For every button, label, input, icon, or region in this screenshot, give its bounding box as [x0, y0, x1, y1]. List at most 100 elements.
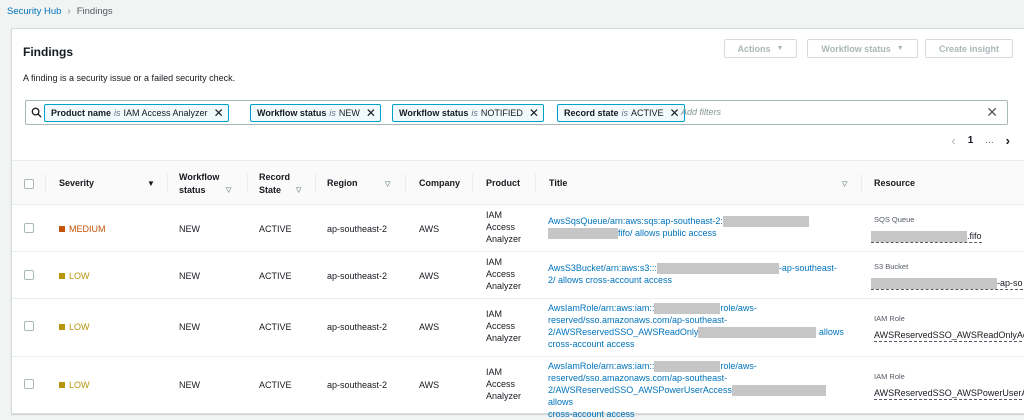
column-divider	[315, 174, 316, 193]
title-text: allows	[548, 397, 574, 408]
resource-name[interactable]: -ap-so	[871, 278, 1023, 291]
column-divider	[472, 174, 473, 193]
column-region[interactable]: Region ▽	[327, 161, 407, 206]
resource-type: IAM Role	[874, 314, 905, 323]
sort-icon: ▽	[385, 180, 391, 188]
region-value: ap-southeast-2	[327, 380, 388, 390]
column-workflow-status[interactable]: Workflow status ▽	[179, 161, 239, 206]
workflow-status-value: NEW	[179, 322, 200, 332]
remove-filter-icon[interactable]: ✕	[529, 107, 539, 119]
column-label: Resource	[874, 178, 916, 188]
title-text: 2/AWSReservedSSO_AWSReadOnly	[548, 327, 699, 338]
column-company[interactable]: Company	[419, 161, 460, 206]
breadcrumb: Security Hub › Findings	[7, 4, 113, 18]
workflow-status-button[interactable]: Workflow status ▼	[807, 39, 918, 58]
finding-title-link[interactable]: AwsS3Bucket/arn:aws:s3::: -ap-southeast- …	[548, 262, 848, 286]
redacted-block	[654, 361, 721, 373]
filter-bar[interactable]: Product name is IAM Access Analyzer ✕ Wo…	[25, 100, 1008, 125]
column-record-state[interactable]: Record State ▽	[259, 161, 314, 206]
record-state-value: ACTIVE	[259, 224, 292, 234]
filter-token-key: Workflow status	[257, 108, 327, 118]
severity-badge: LOW	[59, 321, 90, 333]
column-product[interactable]: Product	[486, 161, 520, 206]
search-icon	[31, 107, 42, 118]
title-text: AwsIamRole/arn:aws:iam::	[548, 361, 655, 371]
title-text: role/aws-	[720, 303, 757, 313]
column-divider	[247, 174, 248, 193]
resource-name-text: -ap-so	[997, 278, 1023, 288]
row-checkbox[interactable]	[24, 270, 34, 280]
add-filters-input[interactable]: Add filters	[681, 107, 721, 117]
region-value: ap-southeast-2	[327, 271, 388, 281]
row-checkbox[interactable]	[24, 321, 34, 331]
resource-name[interactable]: .fifo	[871, 231, 982, 244]
sort-icon: ▽	[226, 187, 232, 194]
sort-icon: ▽	[842, 180, 848, 188]
product-value: IAM Access Analyzer	[486, 309, 522, 343]
column-resource[interactable]: Resource	[874, 161, 915, 206]
table-row[interactable]: LOW NEW ACTIVE ap-southeast-2 AWS IAM Ac…	[12, 252, 1024, 299]
resource-name[interactable]: AWSReservedSSO_AWSReadOnlyAc	[874, 330, 1024, 342]
finding-title-link[interactable]: AwsSqsQueue/arn:aws:sqs:ap-southeast-2: …	[548, 215, 848, 240]
next-page-icon[interactable]: ›	[1006, 133, 1010, 148]
caret-down-icon: ▼	[896, 45, 904, 52]
filter-token-op: is	[471, 108, 478, 118]
company-value: AWS	[419, 322, 440, 332]
remove-filter-icon[interactable]: ✕	[214, 107, 224, 119]
finding-title-link[interactable]: AwsIamRole/arn:aws:iam:: role/aws- reserv…	[548, 302, 848, 350]
severity-square-icon	[59, 324, 65, 330]
redacted-block	[698, 327, 817, 339]
filter-token-value: ACTIVE	[631, 108, 664, 118]
checkbox[interactable]	[24, 270, 34, 280]
column-severity[interactable]: Severity ▼	[59, 161, 159, 206]
filter-token-value: NEW	[338, 108, 360, 118]
previous-page-icon[interactable]: ‹	[951, 133, 955, 148]
select-all-checkbox[interactable]	[24, 161, 34, 206]
company-value: AWS	[419, 271, 440, 281]
table-row[interactable]: MEDIUM NEW ACTIVE ap-southeast-2 AWS IAM…	[12, 205, 1024, 252]
row-checkbox[interactable]	[24, 379, 34, 389]
filter-token-workflow-notified: Workflow status is NOTIFIED ✕	[392, 104, 544, 122]
redacted-block	[654, 303, 721, 315]
column-divider	[861, 174, 862, 193]
resource-name[interactable]: AWSReservedSSO_AWSPowerUserA	[874, 388, 1024, 400]
checkbox[interactable]	[24, 379, 34, 389]
create-insight-button[interactable]: Create insight	[925, 39, 1013, 58]
filter-token-key: Product name	[51, 108, 112, 118]
title-text: AwsSqsQueue/arn:aws:sqs:ap-southeast-2:	[548, 216, 723, 226]
title-text: AwsIamRole/arn:aws:iam::	[548, 303, 655, 313]
workflow-status-button-label: Workflow status	[821, 43, 891, 54]
table-row[interactable]: LOW NEW ACTIVE ap-southeast-2 AWS IAM Ac…	[12, 357, 1024, 419]
page-ellipsis: ...	[985, 135, 994, 146]
checkbox[interactable]	[24, 178, 34, 189]
column-divider	[535, 174, 536, 193]
finding-title-link[interactable]: AwsIamRole/arn:aws:iam:: role/aws- reserv…	[548, 360, 848, 420]
severity-label: LOW	[69, 380, 90, 390]
title-text: role/aws-	[720, 361, 757, 371]
title-text: cross-account access	[548, 409, 635, 420]
title-text: reserved/sso.amazonaws.com/ap-southeast-	[548, 315, 728, 326]
checkbox[interactable]	[24, 223, 34, 233]
column-label: Title	[549, 178, 568, 188]
clear-filters-icon[interactable]: ✕	[986, 104, 998, 121]
table-row[interactable]: LOW NEW ACTIVE ap-southeast-2 AWS IAM Ac…	[12, 299, 1024, 357]
filter-token-product-name: Product name is IAM Access Analyzer ✕	[44, 104, 229, 122]
page-number[interactable]: 1	[968, 135, 974, 146]
filter-token-value: IAM Access Analyzer	[123, 108, 208, 118]
page-title: Findings	[23, 45, 73, 59]
redacted-block	[731, 385, 826, 397]
checkbox[interactable]	[24, 321, 34, 331]
column-label: Severity	[59, 178, 95, 188]
title-text: cross-account access	[548, 339, 635, 350]
breadcrumb-security-hub[interactable]: Security Hub	[7, 6, 61, 17]
column-title[interactable]: Title ▽	[549, 161, 859, 206]
remove-filter-icon[interactable]: ✕	[670, 107, 680, 119]
filter-token-op: is	[329, 108, 336, 118]
actions-button[interactable]: Actions ▼	[724, 39, 797, 58]
row-checkbox[interactable]	[24, 223, 34, 233]
filter-token-key: Record state	[564, 108, 619, 118]
region-value: ap-southeast-2	[327, 224, 388, 234]
remove-filter-icon[interactable]: ✕	[366, 107, 376, 119]
severity-badge: LOW	[59, 379, 90, 391]
column-label: Record State	[259, 171, 291, 195]
